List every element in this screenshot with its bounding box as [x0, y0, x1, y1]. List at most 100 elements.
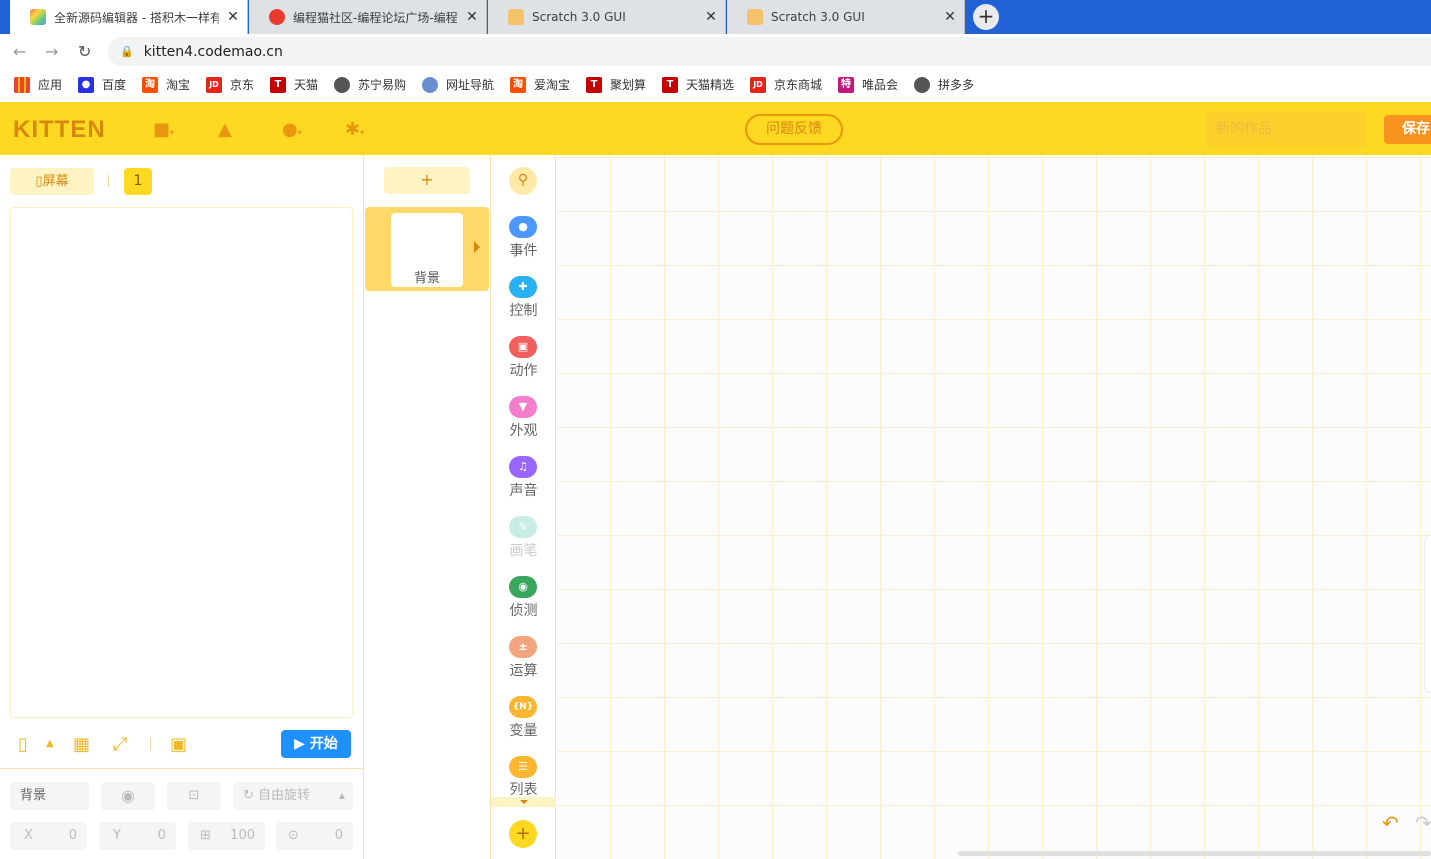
close-icon[interactable]: ✕	[936, 9, 964, 25]
category-label: 侦测	[509, 603, 538, 619]
gear-icon[interactable]: ✱▾	[345, 119, 364, 140]
undo-icon[interactable]: ↶	[1382, 811, 1399, 835]
sprite-panel: + 背景	[364, 155, 491, 859]
lock-icon: 🔒	[120, 45, 134, 58]
bookmark-tmall[interactable]: T 天猫	[270, 76, 318, 93]
looks-shirt-icon: ▼	[509, 396, 537, 418]
block-category-panel: ⚲ ● 事件 ✚ 控制 ▣ 动作 ▼ 外观 ♫ 声音 ✎ 画笔 ◉ 侦测 ± 运…	[491, 155, 556, 859]
size-field[interactable]: ⊞ 100	[188, 822, 265, 850]
bookmark-pinduoduo[interactable]: 拼多多	[914, 76, 974, 93]
pen-icon: ✎	[509, 516, 537, 538]
reload-icon[interactable]: ↻	[78, 42, 91, 61]
category-sound[interactable]: ♫ 声音	[491, 456, 556, 514]
category-operators[interactable]: ± 运算	[491, 636, 556, 694]
help-icon[interactable]: ●▾	[282, 119, 302, 140]
bookmark-tmall-select[interactable]: T 天猫精选	[662, 76, 734, 93]
jd-icon: JD	[206, 76, 222, 93]
caret-up-icon[interactable]: ▲	[46, 738, 54, 749]
fullscreen-icon[interactable]: ⤢	[113, 734, 127, 755]
screen-number-tab[interactable]: 1	[124, 168, 152, 195]
bookmark-taobao[interactable]: 淘 淘宝	[142, 76, 190, 93]
category-label: 事件	[509, 243, 538, 259]
y-field[interactable]: Y 0	[99, 822, 176, 850]
y-label: Y	[113, 828, 121, 843]
folder-icon[interactable]: ■▾	[153, 119, 174, 140]
horizontal-scrollbar[interactable]	[958, 851, 1431, 856]
category-sensing[interactable]: ◉ 侦测	[491, 576, 556, 634]
search-icon[interactable]: ⚲	[509, 167, 537, 195]
add-sprite-button[interactable]: +	[384, 167, 470, 194]
code-workspace[interactable]	[557, 155, 1431, 859]
scratch-cat-favicon-icon	[747, 9, 763, 25]
bookmarks-bar: 应用 ● 百度 淘 淘宝 JD 京东 T 天猫 苏宁易购 网址导航 淘 爱淘宝 …	[0, 69, 1431, 101]
bookmark-baidu[interactable]: ● 百度	[78, 76, 126, 93]
category-motion[interactable]: ▣ 动作	[491, 336, 556, 394]
vip-icon: 特	[838, 76, 854, 93]
category-scroll-down[interactable]	[491, 797, 556, 807]
browser-tab[interactable]: Scratch 3.0 GUI ✕	[488, 0, 726, 34]
kitten-logo: KITTEN	[13, 116, 106, 143]
tmall-icon: T	[270, 76, 286, 93]
browser-tab-strip: 全新源码编辑器 - 搭积木一样有趣 ✕ 编程猫社区-编程论坛广场-编程猫 ✕ S…	[0, 0, 1431, 34]
browser-tab[interactable]: 全新源码编辑器 - 搭积木一样有趣 ✕	[10, 0, 248, 34]
backpack-icon[interactable]: ▲	[218, 119, 232, 140]
bookmark-label: 百度	[102, 78, 127, 92]
apps-grid-icon	[14, 76, 30, 93]
bookmark-nav[interactable]: 网址导航	[422, 76, 494, 93]
x-field[interactable]: X 0	[10, 822, 87, 850]
play-preview-icon[interactable]: ▣	[170, 734, 187, 755]
bookmark-vip[interactable]: 特 唯品会	[838, 76, 898, 93]
tmall-icon: T	[662, 76, 678, 93]
forward-arrow-icon[interactable]: →	[45, 42, 58, 61]
lock-icon[interactable]: ⊡	[167, 782, 221, 810]
browser-tab[interactable]: Scratch 3.0 GUI ✕	[727, 0, 965, 34]
browser-tab[interactable]: 编程猫社区-编程论坛广场-编程猫 ✕	[249, 0, 487, 34]
bookmark-label: 爱淘宝	[534, 78, 571, 92]
category-control[interactable]: ✚ 控制	[491, 276, 556, 334]
stage-size-icon[interactable]: ▯	[18, 734, 28, 755]
category-looks[interactable]: ▼ 外观	[491, 396, 556, 454]
expand-arrow-icon[interactable]	[474, 241, 480, 253]
bookmark-label: 应用	[38, 78, 63, 92]
x-label: X	[24, 828, 33, 843]
bookmark-label: 淘宝	[166, 78, 191, 92]
bookmark-juhuasuan[interactable]: T 聚划算	[586, 76, 646, 93]
bookmark-aitaobao[interactable]: 淘 爱淘宝	[510, 76, 570, 93]
rotation-mode-select[interactable]: ↻ 自由旋转 ▲	[233, 782, 353, 810]
back-arrow-icon[interactable]: ←	[13, 42, 26, 61]
grid-icon[interactable]: ▦	[73, 734, 90, 755]
category-label: 运算	[509, 663, 538, 679]
category-pen[interactable]: ✎ 画笔	[491, 516, 556, 574]
close-icon[interactable]: ✕	[219, 9, 247, 25]
stage-canvas[interactable]	[10, 207, 353, 718]
tmall-icon: T	[586, 76, 602, 93]
sprite-name-field[interactable]: 背景	[10, 782, 89, 810]
bookmark-label: 拼多多	[938, 78, 975, 92]
project-name-input[interactable]: 新的作品	[1206, 111, 1366, 147]
bookmark-apps[interactable]: 应用	[14, 76, 62, 93]
workspace-side-drawer[interactable]	[1424, 535, 1431, 693]
sprite-card[interactable]: 背景	[365, 207, 489, 291]
category-label: 控制	[509, 303, 538, 319]
direction-field[interactable]: ⊙ 0	[276, 822, 353, 850]
category-variables[interactable]: {N} 变量	[491, 696, 556, 754]
bookmark-jd[interactable]: JD 京东	[206, 76, 254, 93]
bookmark-jd-mall[interactable]: JD 京东商城	[750, 76, 822, 93]
add-extension-button[interactable]: +	[509, 820, 537, 848]
close-icon[interactable]: ✕	[458, 9, 486, 25]
feedback-button[interactable]: 问题反馈	[745, 114, 843, 145]
start-button[interactable]: ▶ 开始	[281, 730, 351, 758]
editor-main: ▯屏幕 1 ▯ ▲ ▦ ⤢ ▣ ▶ 开始 背景 ◉ ⊡ ↻ 自由旋转 ▲ X 0 …	[0, 155, 1431, 859]
new-tab-button[interactable]: +	[973, 4, 999, 30]
bookmark-label: 苏宁易购	[358, 78, 407, 92]
variables-icon: {N}	[509, 696, 537, 718]
redo-icon[interactable]: ↷	[1415, 811, 1431, 835]
screen-button[interactable]: ▯屏幕	[10, 168, 94, 195]
close-icon[interactable]: ✕	[697, 9, 725, 25]
address-bar[interactable]: 🔒 kitten4.codemao.cn	[108, 37, 1431, 66]
save-button[interactable]: 保存	[1384, 115, 1431, 144]
browser-tab-title: Scratch 3.0 GUI	[771, 10, 865, 24]
bookmark-suning[interactable]: 苏宁易购	[334, 76, 406, 93]
visibility-eye-icon[interactable]: ◉	[101, 782, 155, 810]
category-events[interactable]: ● 事件	[491, 216, 556, 274]
